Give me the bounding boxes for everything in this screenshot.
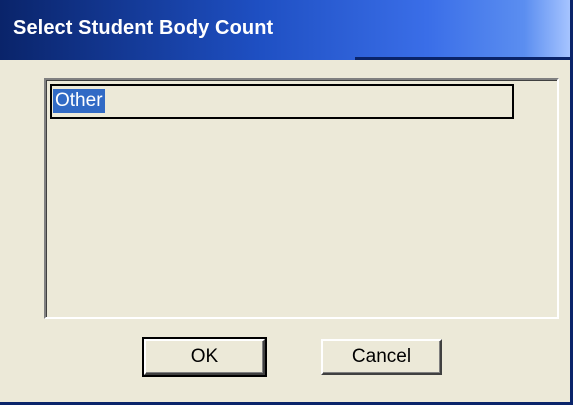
list-item-label: Other	[53, 89, 105, 113]
student-body-count-listbox[interactable]: Other	[44, 78, 559, 319]
cancel-button[interactable]: Cancel	[321, 339, 442, 375]
title-bar-strip	[355, 57, 570, 60]
dialog-window: Select Student Body Count Other OK Cance…	[0, 0, 573, 405]
list-item[interactable]: Other	[50, 84, 514, 119]
ok-button[interactable]: OK	[142, 337, 267, 377]
title-bar[interactable]: Select Student Body Count	[0, 0, 570, 60]
dialog-title: Select Student Body Count	[13, 17, 274, 39]
